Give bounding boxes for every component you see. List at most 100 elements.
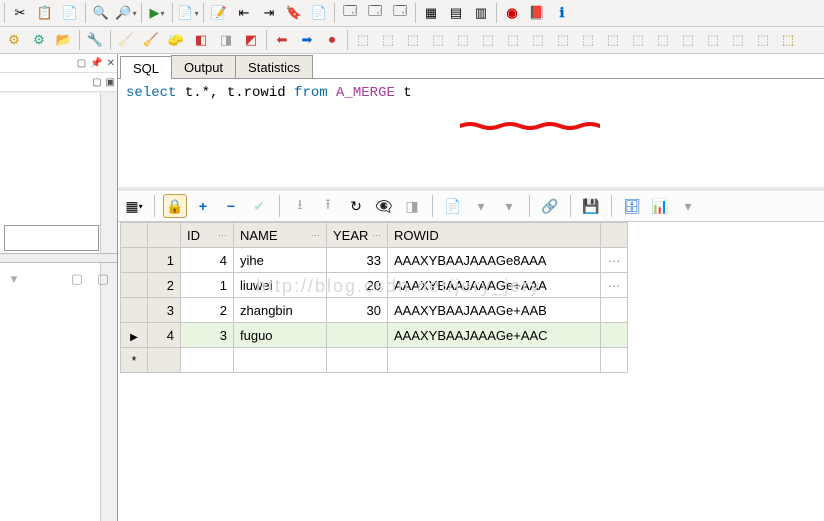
binoculars-icon[interactable]: 🔍 <box>89 1 113 25</box>
db-icon[interactable]: 🗄 <box>620 194 644 218</box>
wrench-icon[interactable]: 🔧 <box>83 28 107 52</box>
prev-icon[interactable]: ⬅ <box>270 28 294 52</box>
dock-box2-icon[interactable]: ▢ <box>92 77 101 88</box>
kw-from: from <box>294 85 328 101</box>
eraser1-icon[interactable]: 🧹 <box>114 28 138 52</box>
left-tool2-icon[interactable]: ▢ <box>65 267 89 291</box>
eraser5-icon[interactable]: ◨ <box>214 28 238 52</box>
lock-icon[interactable]: 🔒 <box>163 194 187 218</box>
sqlwin1-icon[interactable]: 🗔 <box>338 1 362 25</box>
sqlwin3-icon[interactable]: 🗔 <box>388 1 412 25</box>
next-icon[interactable]: ➡ <box>295 28 319 52</box>
d1-icon: ⬚ <box>351 28 375 52</box>
col-name[interactable]: NAME… <box>234 223 327 248</box>
delete-row-icon[interactable]: − <box>219 194 243 218</box>
tab-statistics[interactable]: Statistics <box>235 55 313 78</box>
last-icon[interactable]: ⬚ <box>776 28 800 52</box>
table-row[interactable]: 1 4 yihe 33 AAAXYBAAJAAAGe8AAA ··· <box>121 248 628 273</box>
open-icon[interactable]: 📂 <box>52 28 76 52</box>
d8-icon: ⬚ <box>526 28 550 52</box>
dd1-icon[interactable]: ▾ <box>469 194 493 218</box>
chart-icon[interactable]: 📊 <box>648 194 672 218</box>
eraser3-icon[interactable]: 🧽 <box>164 28 188 52</box>
gear1-icon[interactable]: ⚙ <box>2 28 26 52</box>
toolbar-row-2: ⚙ ⚙ 📂 🔧 🧹 🧹 🧽 ◧ ◨ ◩ ⬅ ➡ ⏺ ⬚ ⬚ ⬚ ⬚ ⬚ ⬚ ⬚ … <box>0 27 824 54</box>
rownum-header[interactable] <box>148 223 181 248</box>
dock-box-icon[interactable]: ▢ <box>77 58 86 69</box>
table-row[interactable]: 3 2 zhangbin 30 AAAXYBAAJAAAGe+AAB <box>121 298 628 323</box>
copy-grid-icon[interactable]: 📄 <box>441 194 465 218</box>
save-grid-icon[interactable]: 💾 <box>579 194 603 218</box>
run-icon[interactable]: ▶▾ <box>145 1 169 25</box>
link-icon[interactable]: 🔗 <box>538 194 562 218</box>
result-grid-wrap: ID… NAME… YEAR… ROWID 1 4 yihe 33 AAAXYB… <box>118 222 824 373</box>
d12-icon: ⬚ <box>626 28 650 52</box>
col-rowid[interactable]: ROWID <box>388 223 601 248</box>
info-icon[interactable]: ℹ <box>550 1 574 25</box>
eraser4-icon[interactable]: ◧ <box>189 28 213 52</box>
bookmark-icon[interactable]: 🔖 <box>282 1 306 25</box>
left-tool1-icon[interactable]: ▾ <box>2 267 26 291</box>
table-row[interactable]: ▶ 4 3 fuguo AAAXYBAAJAAAGe+AAC <box>121 323 628 348</box>
sql-alias: t <box>403 85 411 101</box>
commit-icon[interactable]: ✔ <box>247 194 271 218</box>
copy-icon[interactable]: 📋 <box>33 1 57 25</box>
refresh-icon[interactable]: ↻ <box>344 194 368 218</box>
new-row[interactable]: * <box>121 348 628 373</box>
fetch-down-icon[interactable]: ⭳ <box>288 194 312 218</box>
dock-pin-icon[interactable]: 📌 <box>90 58 102 69</box>
left-tool3-icon[interactable]: ▢ <box>91 267 115 291</box>
d13-icon: ⬚ <box>651 28 675 52</box>
blank-doc-icon[interactable]: 📄 <box>307 1 331 25</box>
eraser6-icon[interactable]: ◩ <box>239 28 263 52</box>
kw-select: select <box>126 85 176 101</box>
col-id[interactable]: ID… <box>181 223 234 248</box>
d9-icon: ⬚ <box>551 28 575 52</box>
d2-icon: ⬚ <box>376 28 400 52</box>
tile2-icon[interactable]: ▤ <box>444 1 468 25</box>
left-scrollbar[interactable] <box>100 93 117 521</box>
dd3-icon[interactable]: ▾ <box>676 194 700 218</box>
left-toolbar: ▾ ▢ ▢ <box>2 267 115 291</box>
oracle-icon[interactable]: ◉ <box>500 1 524 25</box>
sql-editor[interactable]: select t.*, t.rowid from A_MERGE t <box>118 79 824 191</box>
table-row[interactable]: 2 1 liuwei 20 AAAXYBAAJAAAGe+AAA ··· <box>121 273 628 298</box>
paste-icon[interactable]: 📄 <box>58 1 82 25</box>
col-extra[interactable] <box>601 223 628 248</box>
tile3-icon[interactable]: ▥ <box>469 1 493 25</box>
tab-output[interactable]: Output <box>171 55 236 78</box>
outdent-icon[interactable]: ⇤ <box>232 1 256 25</box>
editor-tabs: SQL Output Statistics <box>118 54 824 79</box>
dd2-icon[interactable]: ▾ <box>497 194 521 218</box>
find-next-icon[interactable]: 🔎▾ <box>114 1 138 25</box>
rowmarker-header[interactable] <box>121 223 148 248</box>
annotation-underline <box>393 103 533 111</box>
add-row-icon[interactable]: + <box>191 194 215 218</box>
dock-close-icon[interactable]: ✕ <box>107 58 115 69</box>
grid-menu-icon[interactable]: ▦▾ <box>122 194 146 218</box>
stop-icon[interactable]: ⏺ <box>320 28 344 52</box>
gear2-icon[interactable]: ⚙ <box>27 28 51 52</box>
pdf-icon[interactable]: 📕 <box>525 1 549 25</box>
indent-icon[interactable]: ⇥ <box>257 1 281 25</box>
cut-icon[interactable]: ✂ <box>8 1 32 25</box>
d16-icon: ⬚ <box>726 28 750 52</box>
explain-icon[interactable]: 📝 <box>207 1 231 25</box>
fetch-up-icon[interactable]: ⭱ <box>316 194 340 218</box>
result-grid[interactable]: ID… NAME… YEAR… ROWID 1 4 yihe 33 AAAXYB… <box>120 222 628 373</box>
find-in-grid-icon[interactable]: 👁‍🗨 <box>372 194 396 218</box>
dock-header-2: ▢ ▣ <box>0 73 117 92</box>
col-year[interactable]: YEAR… <box>327 223 388 248</box>
d5-icon: ⬚ <box>451 28 475 52</box>
object-selector[interactable] <box>4 225 99 251</box>
eraser2-icon[interactable]: 🧹 <box>139 28 163 52</box>
d11-icon: ⬚ <box>601 28 625 52</box>
sqlwin2-icon[interactable]: 🗔 <box>363 1 387 25</box>
clear-icon[interactable]: ◨ <box>400 194 424 218</box>
tile1-icon[interactable]: ▦ <box>419 1 443 25</box>
tab-sql[interactable]: SQL <box>120 56 172 79</box>
new-doc-icon[interactable]: 📄▾ <box>176 1 200 25</box>
left-splitter[interactable] <box>0 253 117 263</box>
dock-box3-icon[interactable]: ▣ <box>106 77 115 88</box>
header-row: ID… NAME… YEAR… ROWID <box>121 223 628 248</box>
